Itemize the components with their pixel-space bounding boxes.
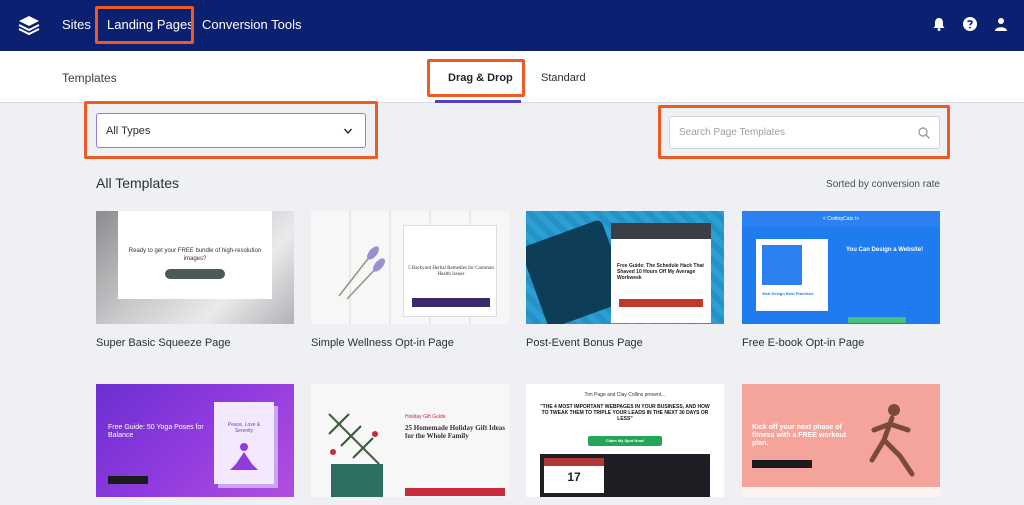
template-title[interactable]: Post-Event Bonus Page <box>526 337 724 349</box>
ebook-cover-art <box>762 245 802 285</box>
template-thumbnail[interactable]: < CodingCatz /> Web Design Best Practice… <box>742 211 940 324</box>
ebook-title: Web Design Best Practices <box>762 291 814 296</box>
tab-standard[interactable]: Standard <box>541 72 586 84</box>
ebook-cover: Web Design Best Practices <box>756 239 828 311</box>
template-title[interactable]: Free E-book Opt-in Page <box>742 337 940 349</box>
thumbnail-header-bar <box>611 223 711 239</box>
thumbnail-button <box>752 460 812 468</box>
thumbnail-button <box>165 269 225 279</box>
lavender-icon <box>338 246 385 300</box>
thumbnail-button <box>412 298 490 307</box>
active-tab-underline <box>435 100 521 103</box>
highlight-drag-drop-tab <box>427 59 525 97</box>
template-thumbnail[interactable]: Free Guide: The Schedule Hack That Shave… <box>526 211 724 324</box>
calendar-widget: 17 <box>544 458 604 493</box>
template-thumbnail[interactable]: Ready to get your FREE bundle of high-re… <box>96 211 294 324</box>
template-title[interactable]: Super Basic Squeeze Page <box>96 337 294 349</box>
thumbnail-heading: Free Guide: 50 Yoga Poses for Balance <box>108 424 204 439</box>
template-card[interactable]: Kick off your next phase of fitness with… <box>742 384 940 497</box>
template-card[interactable]: 5 Backyard Herbal Remedies for Common He… <box>311 211 509 349</box>
nav-conversion-tools[interactable]: Conversion Tools <box>202 17 301 32</box>
nav-sites[interactable]: Sites <box>62 17 91 32</box>
thumbnail-button <box>619 299 703 307</box>
highlight-landing-pages <box>95 6 194 44</box>
sort-label: Sorted by conversion rate <box>826 179 940 190</box>
thumbnail-brand: < CodingCatz /> <box>822 216 860 222</box>
thumbnail-button: Claim My Spot Now! <box>588 436 662 446</box>
template-thumbnail[interactable]: 5 Backyard Herbal Remedies for Common He… <box>311 211 509 324</box>
template-thumbnail[interactable]: Free Guide: 50 Yoga Poses for Balance Pe… <box>96 384 294 497</box>
templates-section-label: Templates <box>62 71 117 85</box>
template-card[interactable]: Holiday Gift Guide 25 Homemade Holiday G… <box>311 384 509 497</box>
thumbnail-small-text: Tim Page and Clay Collins present... <box>584 392 666 398</box>
template-thumbnail[interactable]: Holiday Gift Guide 25 Homemade Holiday G… <box>311 384 509 497</box>
thumbnail-heading: "THE 4 MOST IMPORTANT WEBPAGES IN YOUR B… <box>540 404 710 422</box>
ebook-title: Peace, Love & Serenity <box>227 422 261 434</box>
thumbnail-button <box>405 488 505 496</box>
bell-icon[interactable] <box>931 16 947 32</box>
thumbnail-heading: 25 Homemade Holiday Gift Ideas for the W… <box>405 424 505 440</box>
section-title: All Templates <box>96 175 180 191</box>
thumbnail-small-text: Holiday Gift Guide <box>405 414 446 420</box>
template-thumbnail[interactable]: Kick off your next phase of fitness with… <box>742 384 940 497</box>
template-card[interactable]: Ready to get your FREE bundle of high-re… <box>96 211 294 349</box>
template-thumbnail[interactable]: Tim Page and Clay Collins present... "TH… <box>526 384 724 497</box>
template-card[interactable]: Free Guide: The Schedule Hack That Shave… <box>526 211 724 349</box>
calendar-header <box>544 458 604 466</box>
thumbnail-button <box>108 476 148 484</box>
thumbnail-header-bar: < CodingCatz /> <box>742 211 940 227</box>
highlight-search <box>658 105 950 159</box>
thumbnail-button <box>848 317 906 323</box>
template-card[interactable]: < CodingCatz /> Web Design Best Practice… <box>742 211 940 349</box>
thumbnail-heading: You Can Design a Website! <box>846 247 924 253</box>
ebook-cover: Peace, Love & Serenity <box>214 402 274 484</box>
thumbnail-heading: Ready to get your FREE bundle of high-re… <box>128 248 262 262</box>
user-icon[interactable] <box>993 16 1009 32</box>
thumbnail-button-label: Claim My Spot Now! <box>605 438 645 443</box>
help-icon[interactable] <box>962 16 978 32</box>
layers-logo-icon[interactable] <box>18 14 40 36</box>
calendar-day: 17 <box>567 470 581 484</box>
template-card[interactable]: Free Guide: 50 Yoga Poses for Balance Pe… <box>96 384 294 497</box>
thumbnail-heading: 5 Backyard Herbal Remedies for Common He… <box>408 266 494 277</box>
highlight-type-select <box>84 101 378 159</box>
gift-box-image <box>331 464 383 497</box>
template-title[interactable]: Simple Wellness Opt-in Page <box>311 337 509 349</box>
thumbnail-heading: Free Guide: The Schedule Hack That Shave… <box>617 263 704 281</box>
yoga-figure-icon <box>230 443 258 470</box>
template-card[interactable]: Tim Page and Clay Collins present... "TH… <box>526 384 724 497</box>
thumbnail-footer <box>742 487 940 497</box>
thumbnail-heading: Kick off your next phase of fitness with… <box>752 424 847 447</box>
thumbnail-content-box: 5 Backyard Herbal Remedies for Common He… <box>403 225 497 317</box>
thumbnail-content-box: Free Guide: The Schedule Hack That Shave… <box>611 223 711 323</box>
thumbnail-content-box: Ready to get your FREE bundle of high-re… <box>118 211 272 299</box>
runner-figure-icon <box>869 404 915 477</box>
countdown-panel: 17 <box>540 454 710 497</box>
